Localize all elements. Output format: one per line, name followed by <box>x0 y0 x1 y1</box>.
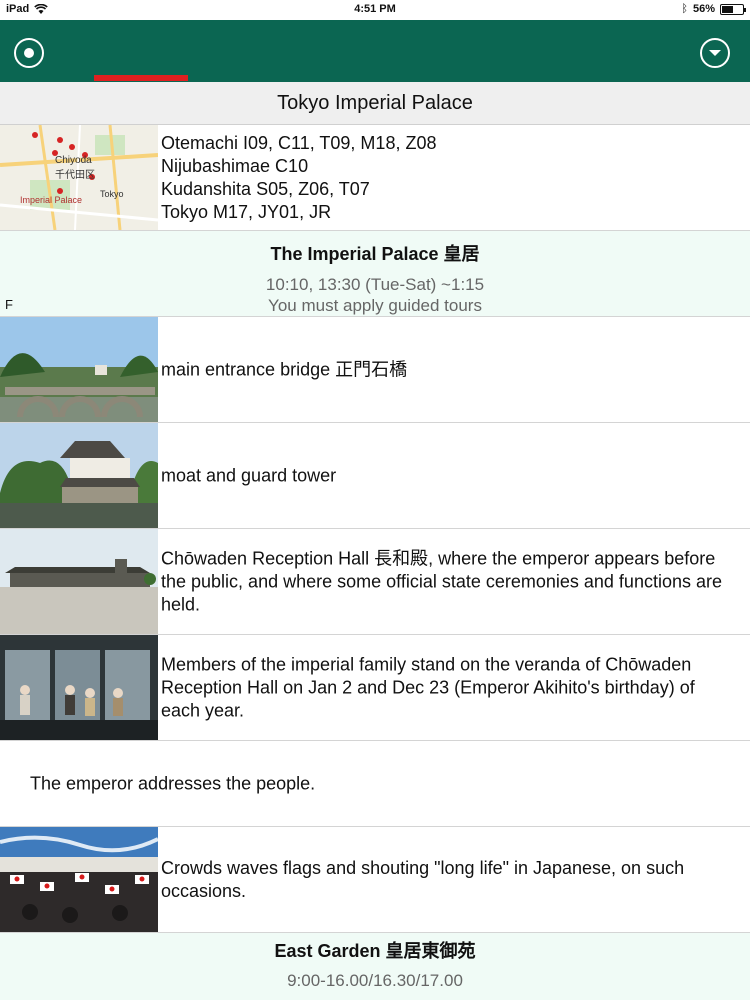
page-title: Tokyo Imperial Palace <box>0 82 750 125</box>
map-label-district-jp: 千代田区 <box>55 170 95 181</box>
item-caption: Members of the imperial family stand on … <box>161 654 695 720</box>
map-thumbnail[interactable]: Chiyoda 千代田区 Imperial Palace Tokyo <box>0 125 158 230</box>
list-item[interactable]: main entrance bridge 正門石橋 <box>0 317 750 423</box>
photo-chowaden <box>0 529 158 634</box>
nav-bar <box>0 20 750 82</box>
chevron-down-icon <box>709 50 721 56</box>
map-label-place: Imperial Palace <box>20 195 83 205</box>
section-title: East Garden 皇居東御苑 <box>274 941 476 961</box>
item-caption: The emperor addresses the people. <box>30 773 316 793</box>
list-item[interactable]: The emperor addresses the people. <box>0 741 750 827</box>
target-icon <box>24 48 34 58</box>
section-hours: 10:10, 13:30 (Tue-Sat) ~1:15 <box>265 275 485 294</box>
map-label-district: Chiyoda <box>55 155 92 166</box>
station-line: Tokyo M17, JY01, JR <box>161 202 332 222</box>
map-label-other: Tokyo <box>100 189 124 199</box>
station-line: Otemachi I09, C11, T09, M18, Z08 <box>161 133 437 153</box>
battery-fill <box>722 5 734 13</box>
status-bar: iPad 4:51 PM ᛒ 56% <box>0 0 750 20</box>
battery-icon <box>720 3 746 15</box>
list-item[interactable]: Chōwaden Reception Hall 長和殿, where the e… <box>0 529 750 635</box>
location-button[interactable] <box>14 38 44 68</box>
section-header-imperial-palace[interactable]: The Imperial Palace 皇居 10:10, 13:30 (Tue… <box>0 231 750 317</box>
photo-crowd <box>0 827 158 932</box>
section-hours: 9:00-16.00/16.30/17.00 <box>287 971 463 990</box>
photo-bridge <box>0 317 158 422</box>
list-item[interactable]: moat and guard tower <box>0 423 750 529</box>
item-caption: Crowds waves flags and shouting "long li… <box>161 857 685 901</box>
bluetooth-icon: ᛒ <box>681 3 688 15</box>
index-letter: F <box>5 297 13 312</box>
list-item[interactable]: Members of the imperial family stand on … <box>0 635 750 741</box>
item-caption: Chōwaden Reception Hall 長和殿, where the e… <box>161 548 722 614</box>
stations-list: Otemachi I09, C11, T09, M18, Z08 Nijubas… <box>161 132 734 224</box>
tab-indicator <box>94 75 188 81</box>
station-line: Nijubashimae C10 <box>161 156 309 176</box>
map-row[interactable]: Chiyoda 千代田区 Imperial Palace Tokyo Otema… <box>0 125 750 231</box>
item-caption: main entrance bridge 正門石橋 <box>161 359 408 379</box>
section-note: You must apply guided tours <box>268 296 482 315</box>
status-time: 4:51 PM <box>354 3 396 15</box>
list-item[interactable]: Crowds waves flags and shouting "long li… <box>0 827 750 933</box>
station-line: Kudanshita S05, Z06, T07 <box>161 179 370 199</box>
section-title: The Imperial Palace 皇居 <box>270 244 480 264</box>
battery-percent: 56% <box>692 3 715 15</box>
item-caption: moat and guard tower <box>161 465 337 485</box>
photo-moat <box>0 423 158 528</box>
status-right: ᛒ 56% <box>681 3 746 15</box>
dropdown-button[interactable] <box>700 38 730 68</box>
photo-veranda <box>0 635 158 740</box>
section-header-east-garden[interactable]: East Garden 皇居東御苑 9:00-16.00/16.30/17.00 <box>0 933 750 1000</box>
